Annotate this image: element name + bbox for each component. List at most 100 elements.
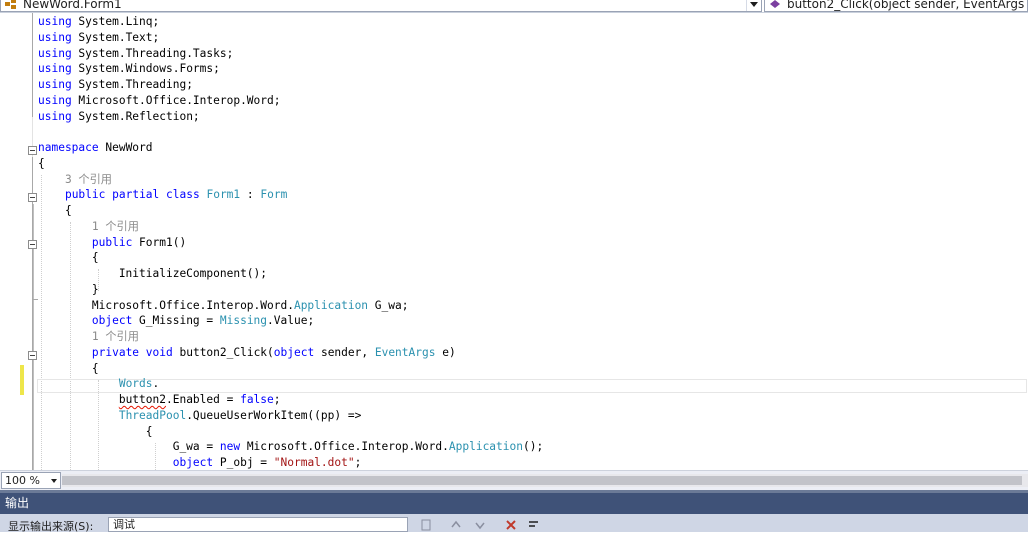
code-line[interactable]: { <box>38 203 72 219</box>
code-line[interactable]: object G_Missing = Missing.Value; <box>38 313 314 329</box>
code-token: G_Missing = <box>132 314 220 328</box>
scrollbar-thumb[interactable] <box>62 476 1022 485</box>
code-token: Form <box>260 188 288 202</box>
navigation-bar: NewWord.Form1 button2_Click(object sende… <box>0 0 1028 13</box>
collapse-namespace-toggle[interactable] <box>28 146 37 155</box>
unsaved-change-marker <box>20 365 24 395</box>
output-source-dropdown[interactable]: 调试 <box>108 517 408 532</box>
code-line[interactable]: using System.Threading; <box>38 77 193 93</box>
member-dropdown[interactable]: button2_Click(object sender, EventArgs e… <box>764 0 1028 12</box>
code-token: using <box>38 46 72 60</box>
code-token: InitializeComponent(); <box>38 267 268 280</box>
word-wrap-icon[interactable] <box>528 519 540 531</box>
code-token: System.Threading; <box>71 78 193 91</box>
chevron-down-icon[interactable] <box>48 473 60 488</box>
class-dropdown[interactable]: NewWord.Form1 <box>0 0 762 12</box>
code-token: using <box>38 109 72 123</box>
code-line[interactable]: G_wa = new Microsoft.Office.Interop.Word… <box>38 439 544 455</box>
code-token: System.Text; <box>71 30 160 44</box>
horizontal-scrollbar[interactable] <box>62 474 1028 487</box>
code-token: Microsoft.Office.Interop.Word. <box>38 298 294 312</box>
code-line[interactable]: button2.Enabled = false; <box>38 392 281 408</box>
editor-status-row: 100 % <box>0 470 1028 490</box>
code-token: .Value; <box>267 314 315 328</box>
code-line[interactable]: { <box>38 361 99 377</box>
code-line[interactable]: private void button2_Click(object sender… <box>38 345 456 361</box>
code-token: Microsoft.Office.Interop.Word. <box>240 440 449 454</box>
output-source-value: 调试 <box>113 518 135 531</box>
output-panel: 输出 显示输出来源(S): 调试 <box>0 490 1028 533</box>
code-token: void <box>145 345 173 359</box>
code-token: . <box>152 377 160 391</box>
next-message-icon[interactable] <box>474 519 486 531</box>
code-line[interactable]: Microsoft.Office.Interop.Word.Applicatio… <box>38 298 409 314</box>
code-token: using <box>38 93 72 107</box>
code-editor[interactable]: using System.Linq; using System.Text; usin… <box>0 13 1028 470</box>
zoom-dropdown[interactable]: 100 % <box>1 472 61 489</box>
collapse-class-toggle[interactable] <box>28 193 37 202</box>
previous-message-icon[interactable] <box>450 519 462 531</box>
code-line[interactable]: InitializeComponent(); <box>38 266 267 282</box>
code-line[interactable]: 1 个引用 <box>38 329 139 345</box>
code-token: "Normal.dot" <box>273 456 355 469</box>
collapse-constructor-toggle[interactable] <box>28 240 37 249</box>
code-line[interactable]: { <box>38 250 99 266</box>
code-token: (); <box>522 440 544 454</box>
output-title-bar[interactable]: 输出 <box>0 493 1028 514</box>
code-line[interactable]: object P_obj = "Normal.dot"; <box>38 455 362 470</box>
code-line[interactable]: { <box>38 156 45 172</box>
code-line[interactable]: { <box>38 424 153 440</box>
code-token: ThreadPool <box>118 408 187 422</box>
code-line[interactable]: using System.Threading.Tasks; <box>38 46 233 62</box>
code-token: EventArgs <box>374 345 436 359</box>
code-line[interactable]: } <box>38 282 99 298</box>
code-token: public <box>91 235 133 249</box>
code-token: button2 <box>118 393 166 406</box>
code-token: System.Reflection; <box>71 109 200 123</box>
collapse-method-toggle[interactable] <box>28 351 37 360</box>
code-token: P_obj = <box>213 456 274 469</box>
code-token: Missing <box>219 314 268 328</box>
code-token: { <box>38 251 99 265</box>
code-token: Application <box>293 298 369 312</box>
chevron-down-icon[interactable] <box>746 0 761 11</box>
class-dropdown-value: NewWord.Form1 <box>23 0 122 11</box>
codelens-reference-count[interactable]: 1 个引用 <box>38 330 139 343</box>
code-line[interactable]: 3 个引用 <box>38 172 112 188</box>
code-token: Form1() <box>132 235 187 249</box>
code-token: Form1 <box>206 188 241 202</box>
code-line[interactable]: ThreadPool.QueueUserWorkItem((pp) => <box>38 408 361 424</box>
code-token: new <box>219 440 241 454</box>
code-token: using <box>38 78 72 91</box>
code-line[interactable]: 1 个引用 <box>38 219 139 235</box>
code-token: Application <box>448 440 523 454</box>
code-line[interactable]: using System.Reflection; <box>38 109 200 125</box>
code-token: object <box>172 456 214 469</box>
code-token: object <box>91 314 133 328</box>
using-fold-line <box>32 13 33 117</box>
find-message-icon[interactable] <box>420 519 432 531</box>
code-line[interactable]: public partial class Form1 : Form <box>38 187 287 203</box>
code-token: System.Windows.Forms; <box>71 62 220 76</box>
current-line-highlight <box>37 379 1027 393</box>
code-line[interactable]: using Microsoft.Office.Interop.Word; <box>38 93 281 109</box>
clear-all-icon[interactable] <box>505 519 517 531</box>
output-toolbar: 显示输出来源(S): 调试 <box>0 514 1028 533</box>
code-line[interactable]: using System.Linq; <box>38 14 159 30</box>
class-icon <box>5 0 16 9</box>
code-line[interactable]: public Form1() <box>38 235 186 251</box>
code-token: public <box>64 188 106 202</box>
codelens-reference-count[interactable]: 1 个引用 <box>38 220 139 233</box>
code-line[interactable]: namespace NewWord <box>38 140 153 156</box>
code-token: System.Linq; <box>71 15 160 28</box>
code-line[interactable]: using System.Text; <box>38 30 159 46</box>
code-line[interactable]: Words. <box>38 376 159 392</box>
codelens-reference-count[interactable]: 3 个引用 <box>38 173 112 186</box>
code-line[interactable]: using System.Windows.Forms; <box>38 61 220 77</box>
